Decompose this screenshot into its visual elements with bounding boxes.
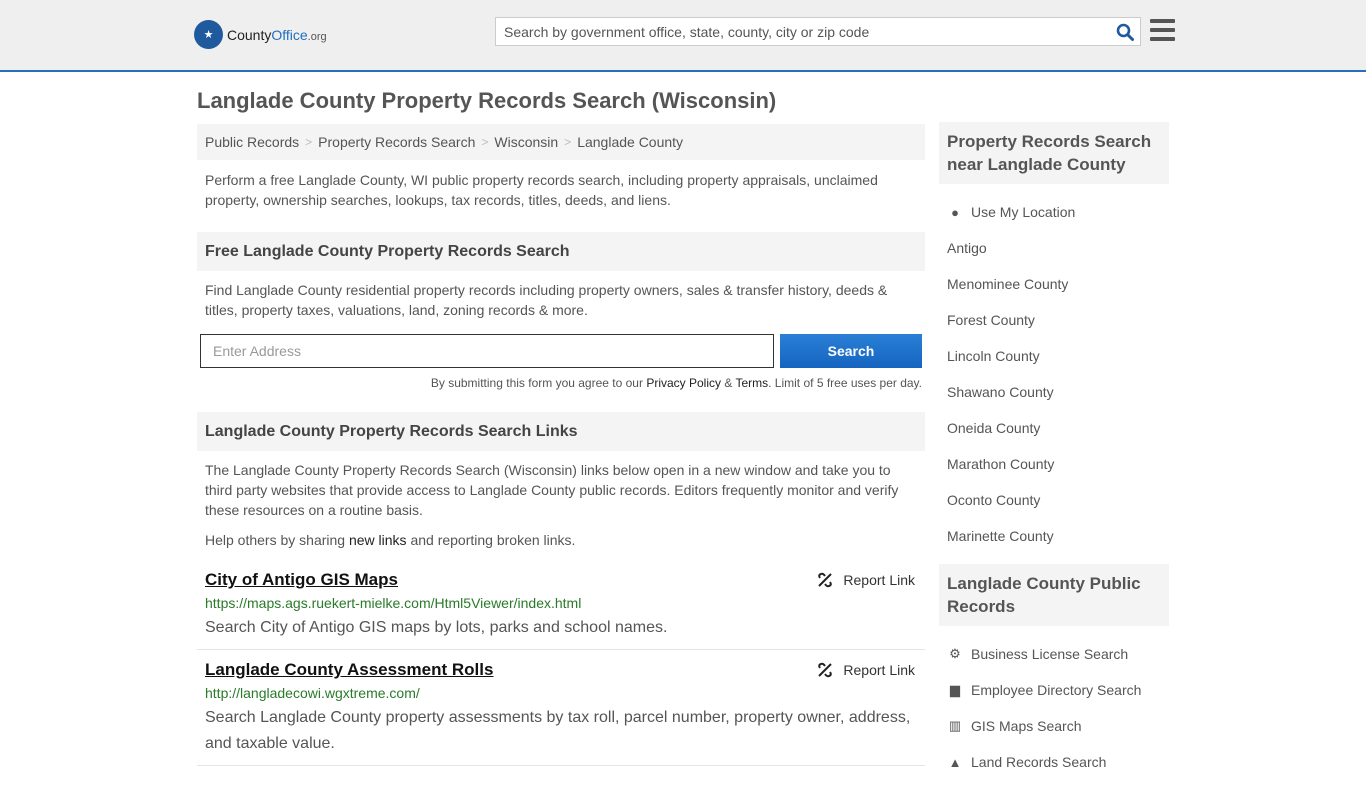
nearby-heading: Property Records Search near Langlade Co… — [939, 122, 1169, 184]
breadcrumb-property-records[interactable]: Property Records Search — [318, 134, 475, 150]
book-icon: ▆ — [950, 682, 960, 697]
help-text: Help others by sharing new links and rep… — [197, 530, 925, 550]
nearby-link[interactable]: Antigo — [947, 240, 987, 256]
resource-desc: Search City of Antigo GIS maps by lots, … — [205, 619, 668, 636]
logo-text: County — [227, 26, 272, 43]
logo-eagle-icon: ★ — [194, 20, 223, 49]
public-record-link[interactable]: GIS Maps Search — [971, 718, 1082, 734]
resource-title-link[interactable]: Langlade County Assessment Rolls — [205, 660, 493, 679]
breadcrumb: Public Records > Property Records Search >… — [197, 124, 925, 160]
links-desc: The Langlade County Property Records Sea… — [205, 462, 899, 518]
list-item: Langlade County Assessment Rolls http://… — [197, 650, 925, 766]
public-records-heading: Langlade County Public Records — [939, 564, 1169, 626]
breadcrumb-current: Langlade County — [577, 134, 684, 150]
nearby-link[interactable]: Forest County — [947, 312, 1035, 328]
resource-url: https://maps.ags.ruekert-mielke.com/Html… — [205, 595, 582, 611]
nearby-link[interactable]: Menominee County — [947, 276, 1068, 292]
report-link-button[interactable]: Report Link — [817, 662, 915, 678]
help-text-part: Help others by sharing — [205, 532, 349, 548]
nearby-link[interactable]: Oconto County — [947, 492, 1040, 508]
list-item: City of Antigo GIS Maps https://maps.ags… — [197, 560, 925, 650]
map-marker-icon: ● — [951, 204, 959, 220]
main-content: Public Records > Property Records Search >… — [197, 124, 925, 766]
resource-url: http://langladecowi.wgxtreme.com/ — [205, 685, 420, 701]
report-link-button[interactable]: Report Link — [817, 572, 915, 588]
tree-icon: ▲ — [948, 754, 962, 770]
breadcrumb-wisconsin[interactable]: Wisconsin — [494, 134, 558, 150]
report-link-label: Report Link — [843, 572, 915, 588]
terms-text: . Limit of 5 free uses per day. — [768, 376, 922, 390]
site-search-input[interactable] — [496, 18, 1110, 45]
nearby-list: ● Use My Location Antigo Menominee County… — [939, 184, 1169, 564]
help-text-part: and reporting broken links. — [406, 532, 576, 548]
links-heading: Langlade County Property Records Search … — [197, 412, 925, 451]
terms-text: & — [721, 376, 736, 390]
breadcrumb-separator: > — [564, 135, 572, 149]
nearby-link[interactable]: Oneida County — [947, 420, 1040, 436]
breadcrumb-separator: > — [305, 135, 313, 149]
gears-icon: ⚙ — [949, 646, 961, 661]
search-button[interactable] — [1110, 23, 1140, 41]
logo-text: .org — [307, 30, 327, 43]
resource-desc: Search Langlade County property assessme… — [205, 709, 911, 752]
free-search-desc: Find Langlade County residential propert… — [205, 282, 888, 318]
nearby-link[interactable]: Lincoln County — [947, 348, 1040, 364]
map-icon: ▥ — [948, 718, 962, 733]
nearby-link[interactable]: Shawano County — [947, 384, 1054, 400]
broken-link-icon — [818, 572, 833, 588]
use-my-location-link[interactable]: Use My Location — [971, 204, 1075, 220]
public-record-link[interactable]: Employee Directory Search — [971, 682, 1141, 698]
address-input[interactable] — [200, 334, 774, 368]
nearby-link[interactable]: Marinette County — [947, 528, 1054, 544]
public-records-list: ⚙ Business License Search ▆ Employee Direc… — [939, 626, 1169, 790]
hamburger-menu-icon[interactable] — [1150, 19, 1175, 46]
terms-text: By submitting this form you agree to our — [430, 376, 647, 390]
report-link-label: Report Link — [843, 662, 915, 678]
breadcrumb-separator: > — [481, 135, 489, 149]
public-record-link[interactable]: Business License Search — [971, 646, 1128, 662]
intro-text: Perform a free Langlade County, WI publi… — [205, 172, 878, 208]
free-search-heading: Free Langlade County Property Records Se… — [197, 232, 925, 271]
terms-link[interactable]: Terms — [735, 376, 768, 390]
privacy-policy-link[interactable]: Privacy Policy — [646, 376, 721, 390]
address-search-form: Search — [197, 334, 925, 368]
resource-title-link[interactable]: City of Antigo GIS Maps — [205, 570, 398, 589]
logo-text: Office — [271, 26, 308, 43]
address-search-button[interactable]: Search — [780, 334, 922, 368]
logo[interactable]: ★ CountyOffice.org — [194, 20, 327, 49]
nearby-link[interactable]: Marathon County — [947, 456, 1054, 472]
new-links-link[interactable]: new links — [349, 532, 407, 548]
sidebar: Property Records Search near Langlade Co… — [939, 122, 1169, 790]
site-search — [495, 17, 1141, 46]
site-header: ★ CountyOffice.org — [0, 0, 1366, 72]
terms-notice: By submitting this form you agree to our… — [197, 376, 925, 390]
search-icon — [1116, 23, 1134, 41]
page-title: Langlade County Property Records Search … — [197, 88, 777, 113]
broken-link-icon — [818, 662, 833, 678]
breadcrumb-public-records[interactable]: Public Records — [205, 134, 299, 150]
